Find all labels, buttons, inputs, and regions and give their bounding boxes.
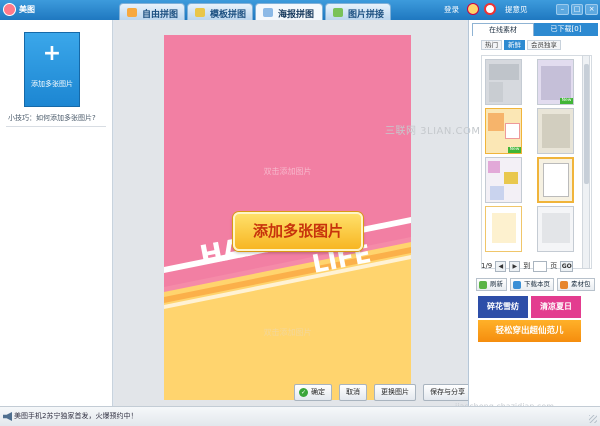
maximize-icon[interactable]: □	[570, 4, 584, 15]
prev-page-icon[interactable]: ◀	[495, 260, 507, 272]
plus-icon: +	[42, 41, 62, 66]
banner-cool-summer[interactable]: 清凉夏日	[531, 296, 581, 318]
tab-label: 海报拼图	[278, 10, 315, 20]
speaker-icon	[3, 412, 12, 421]
template-thumb[interactable]	[485, 59, 522, 105]
title-bar: 美图 自由拼图 模板拼图 海报拼图 图片拼接 登录 提意见 – □ ×	[0, 0, 600, 20]
poster-puzzle-icon	[263, 8, 273, 17]
page-unit-label: 页	[550, 262, 558, 270]
material-pack-label: 素材包	[571, 280, 591, 288]
banner-floral-chiffon[interactable]: 碎花雪纺	[478, 296, 528, 318]
canvas-area: HAPP LIFE 双击添加图片 双击添加图片 添加多张图片 ✓ 确定 取消 更…	[114, 20, 472, 406]
login-link[interactable]: 登录	[444, 4, 459, 15]
template-thumb[interactable]	[537, 157, 574, 203]
download-label: 下载本页	[524, 280, 550, 288]
resize-grip-icon[interactable]	[589, 415, 597, 423]
close-icon[interactable]: ×	[585, 4, 599, 15]
status-message[interactable]: 美图手机2苏宁独家首发，火爆预约中！	[14, 411, 137, 421]
app-logo-icon	[3, 3, 16, 16]
tab-label: 自由拼图	[142, 10, 179, 20]
image-placeholder-top[interactable]: 双击添加图片	[164, 166, 411, 177]
pagination: 1/9 ◀ ▶ 到 页 GO	[481, 260, 574, 272]
template-thumb[interactable]	[537, 206, 574, 252]
goto-label: 到	[523, 262, 531, 270]
tab-template-puzzle[interactable]: 模板拼图	[187, 3, 253, 20]
add-multiple-images-big-button[interactable]: 添加多张图片	[233, 212, 363, 251]
action-bar: ✓ 确定 取消 更换图片 保存与分享	[294, 384, 472, 401]
feedback-link[interactable]: 提意见	[505, 4, 528, 15]
divider	[6, 126, 106, 127]
weibo-icon[interactable]	[484, 3, 496, 15]
check-icon: ✓	[299, 388, 308, 397]
save-share-button[interactable]: 保存与分享	[423, 384, 472, 401]
go-button[interactable]: GO	[560, 260, 574, 272]
banner-fairy-style[interactable]: 轻松穿出超仙范儿	[478, 320, 581, 342]
confirm-button[interactable]: ✓ 确定	[294, 384, 332, 401]
confirm-label: 确定	[311, 388, 325, 396]
window-controls: – □ ×	[556, 4, 599, 16]
app-title: 美图	[19, 5, 35, 14]
tab-downloaded[interactable]: 已下载[0]	[534, 23, 598, 36]
package-icon	[560, 281, 568, 289]
template-thumb[interactable]	[485, 206, 522, 252]
watermark-top: 三联网 3LIAN.COM	[385, 126, 481, 137]
new-badge: New	[508, 147, 521, 153]
template-thumbnail-grid: New New	[481, 55, 592, 269]
left-panel: + 添加多张图片 小技巧：如何添加多张图片?	[0, 20, 113, 406]
user-avatar-icon[interactable]	[467, 3, 479, 15]
refresh-label: 刷新	[490, 280, 503, 288]
scrollbar-thumb[interactable]	[584, 64, 589, 184]
tab-free-puzzle[interactable]: 自由拼图	[119, 3, 185, 20]
image-stitch-icon	[333, 8, 343, 17]
image-placeholder-bottom[interactable]: 双击添加图片	[164, 327, 411, 338]
refresh-icon	[479, 281, 487, 289]
add-multiple-images-button[interactable]: + 添加多张图片	[24, 32, 80, 107]
tab-label: 图片拼接	[348, 10, 385, 20]
add-button-label: 添加多张图片	[31, 80, 73, 88]
tab-online-materials[interactable]: 在线素材	[472, 23, 534, 36]
next-page-icon[interactable]: ▶	[509, 260, 521, 272]
cancel-button[interactable]: 取消	[339, 384, 367, 401]
template-thumb[interactable]	[485, 157, 522, 203]
tab-poster-puzzle[interactable]: 海报拼图	[255, 3, 323, 20]
page-number-input[interactable]	[533, 260, 548, 272]
minimize-icon[interactable]: –	[556, 4, 569, 15]
material-subtabs: 热门 新鲜 会员独享	[481, 40, 561, 50]
download-page-button[interactable]: 下载本页	[510, 278, 554, 291]
tab-image-stitch[interactable]: 图片拼接	[325, 3, 391, 20]
template-thumb[interactable]: New	[537, 59, 574, 105]
refresh-button[interactable]: 刷新	[476, 278, 507, 291]
template-thumb[interactable]: New	[485, 108, 522, 154]
template-puzzle-icon	[195, 8, 205, 17]
new-badge: New	[560, 98, 573, 104]
replace-image-button[interactable]: 更换图片	[374, 384, 416, 401]
status-bar: 美图手机2苏宁独家首发，火爆预约中！	[0, 406, 600, 426]
material-toolbar: 刷新 下载本页 素材包	[476, 278, 595, 291]
tip-link[interactable]: 小技巧：如何添加多张图片?	[8, 113, 96, 123]
subtab-hot[interactable]: 热门	[481, 40, 502, 50]
poster-canvas[interactable]: HAPP LIFE 双击添加图片 双击添加图片 添加多张图片	[164, 35, 411, 400]
tab-label: 模板拼图	[210, 10, 247, 20]
thumbnail-scrollbar[interactable]	[582, 55, 590, 269]
download-icon	[513, 281, 521, 289]
page-indicator: 1/9	[481, 262, 493, 270]
free-puzzle-icon	[127, 8, 137, 17]
template-thumb[interactable]	[537, 108, 574, 154]
subtab-new[interactable]: 新鲜	[504, 40, 525, 50]
right-panel: 在线素材 已下载[0] 热门 新鲜 会员独享 New New 1/9 ◀ ▶ 到…	[468, 20, 600, 406]
material-pack-button[interactable]: 素材包	[557, 278, 595, 291]
subtab-vip[interactable]: 会员独享	[527, 40, 561, 50]
